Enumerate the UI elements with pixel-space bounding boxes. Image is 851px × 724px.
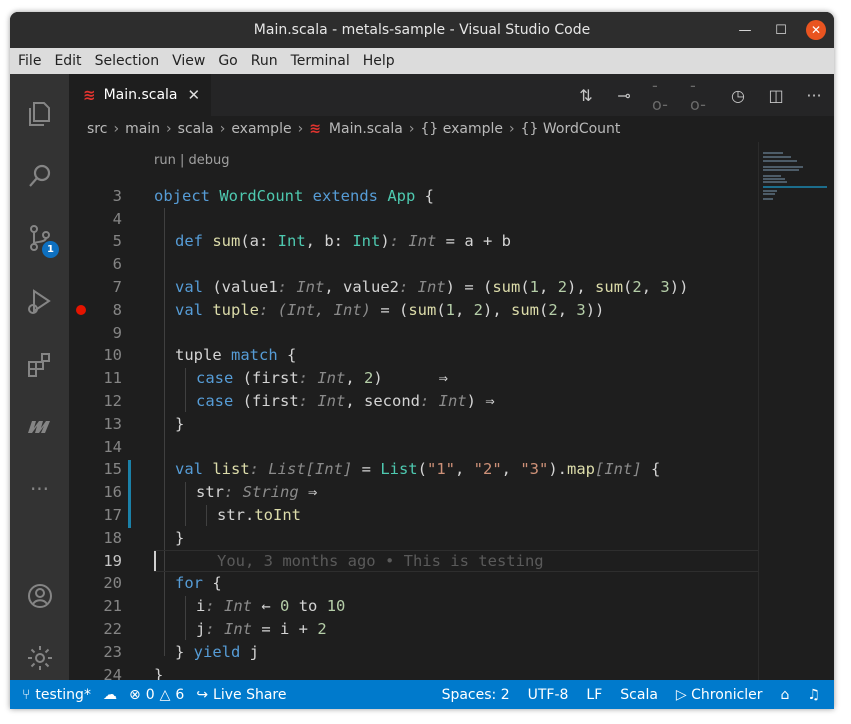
status-branch[interactable]: ⑂ testing*	[22, 687, 91, 703]
warning-icon: △	[159, 686, 171, 703]
tab-close-icon[interactable]: ✕	[188, 86, 201, 104]
chevron-right-icon: ›	[508, 121, 515, 137]
vscode-window: Main.scala - metals-sample - Visual Stud…	[10, 12, 834, 709]
code-line[interactable]: 19 You, 3 months ago • This is testing	[69, 550, 758, 572]
code-line[interactable]: 16 str: String ⇒	[69, 481, 758, 503]
live-share-icon: ↪	[196, 686, 209, 703]
breadcrumb-file[interactable]: Main.scala	[329, 121, 403, 137]
breadcrumb: src › main › scala › example › ≋ Main.scala ›…	[69, 116, 834, 142]
activity-bar: 1 ···	[10, 74, 69, 680]
window-title: Main.scala - metals-sample - Visual Stud…	[253, 22, 591, 38]
code-line[interactable]: 5 def sum(a: Int, b: Int): Int = a + b	[69, 230, 758, 252]
breadcrumb-scala[interactable]: scala	[178, 121, 214, 137]
codelens-run-debug[interactable]: run | debug	[154, 153, 229, 168]
code-line[interactable]: 13}	[69, 413, 758, 435]
compare-changes-icon[interactable]: ⇅	[576, 86, 596, 105]
scala-file-icon: ≋	[83, 86, 96, 104]
maximize-icon[interactable]: ☐	[770, 19, 792, 41]
play-icon: ▷	[675, 686, 687, 703]
menu-file[interactable]: File	[18, 53, 41, 69]
status-problems[interactable]: ⊗ 0 △ 6	[129, 687, 184, 703]
code-line[interactable]: 9	[69, 322, 758, 344]
git-commit-icon[interactable]: ⊸	[614, 86, 634, 105]
breadcrumb-src[interactable]: src	[87, 121, 107, 137]
scm-badge: 1	[42, 241, 59, 258]
title-bar: Main.scala - metals-sample - Visual Stud…	[10, 12, 834, 48]
chevron-right-icon: ›	[408, 121, 415, 137]
menu-terminal[interactable]: Terminal	[291, 53, 350, 69]
window-controls: — ☐ ✕	[734, 12, 826, 48]
code-line[interactable]: 17 str.toInt	[69, 504, 758, 526]
code-line[interactable]: 12 case (first: Int, second: Int) ⇒	[69, 390, 758, 412]
chevron-right-icon: ›	[219, 121, 226, 137]
breadcrumb-package[interactable]: {} example	[420, 121, 503, 137]
code-line[interactable]: 10 tuple match {	[69, 344, 758, 366]
git-branch-icon: ⑂	[22, 686, 31, 703]
previous-commit-icon[interactable]: -o-	[652, 76, 672, 114]
code-line[interactable]: 22 j: Int = i + 2	[69, 618, 758, 640]
status-bar: ⑂ testing* ☁ ⊗ 0 △ 6 ↪ Live Share Spaces: 2 U…	[10, 680, 834, 709]
explorer-icon[interactable]	[10, 89, 69, 139]
menu-view[interactable]: View	[172, 53, 205, 69]
menu-go[interactable]: Go	[218, 53, 237, 69]
status-indentation[interactable]: Spaces: 2	[442, 687, 510, 703]
metals-icon[interactable]	[10, 401, 69, 451]
tab-main-scala[interactable]: ≋ Main.scala ✕	[69, 74, 211, 116]
sync-icon[interactable]: ☁	[103, 687, 117, 703]
source-control-icon[interactable]: 1	[10, 213, 69, 263]
next-commit-icon[interactable]: -o-	[690, 76, 710, 114]
minimap[interactable]	[758, 142, 834, 680]
chevron-right-icon: ›	[166, 121, 172, 137]
breadcrumb-example[interactable]: example	[231, 121, 291, 137]
breadcrumb-main[interactable]: main	[125, 121, 160, 137]
code-line[interactable]: 7 val (value1: Int, value2: Int) = (sum(1…	[69, 276, 758, 298]
code-line[interactable]: 4	[69, 208, 758, 230]
notifications-bell-icon[interactable]: ♫	[807, 687, 820, 703]
account-icon[interactable]	[10, 571, 69, 621]
extensions-icon[interactable]	[10, 340, 69, 390]
error-icon: ⊗	[128, 686, 141, 703]
search-icon[interactable]	[10, 151, 69, 201]
scala-file-icon: ≋	[309, 121, 321, 137]
code-line[interactable]: 15 val list: List[Int] = List("1", "2", "…	[69, 458, 758, 480]
code-editor[interactable]: run | debug 3 object WordCount extends Ap…	[69, 142, 758, 680]
close-window-icon[interactable]: ✕	[806, 20, 826, 40]
minimize-icon[interactable]: —	[734, 19, 756, 41]
code-line[interactable]: 8 val tuple: (Int, Int) = (sum(1, 2), sum…	[69, 299, 758, 321]
more-actions-icon[interactable]: ···	[804, 86, 824, 105]
code-line[interactable]: 21 i: Int ← 0 to 10	[69, 595, 758, 617]
feedback-icon[interactable]: ⌂	[781, 687, 790, 703]
status-chronicler[interactable]: ▷ Chronicler	[676, 687, 763, 703]
breadcrumb-object[interactable]: {} WordCount	[521, 121, 621, 137]
status-live-share[interactable]: ↪ Live Share	[196, 687, 286, 703]
manage-gear-icon[interactable]	[10, 633, 69, 683]
status-eol[interactable]: LF	[586, 687, 602, 703]
editor-actions: ⇅ ⊸ -o- -o- ◷ ◫ ···	[576, 74, 824, 116]
code-line[interactable]: 14	[69, 436, 758, 458]
code-line[interactable]: 18}	[69, 527, 758, 549]
menu-help[interactable]: Help	[363, 53, 395, 69]
tab-bar: ≋ Main.scala ✕ ⇅ ⊸ -o- -o- ◷ ◫ ···	[69, 74, 834, 116]
menu-edit[interactable]: Edit	[54, 53, 81, 69]
status-language[interactable]: Scala	[620, 687, 658, 703]
status-encoding[interactable]: UTF-8	[528, 687, 569, 703]
code-line[interactable]: 3 object WordCount extends App {	[69, 185, 758, 207]
code-line[interactable]: 24}	[69, 664, 758, 680]
code-line[interactable]: 6	[69, 253, 758, 275]
menu-selection[interactable]: Selection	[95, 53, 160, 69]
git-blame-annotation: You, 3 months ago • This is testing	[217, 552, 544, 570]
menu-bar: File Edit Selection View Go Run Terminal…	[10, 48, 834, 74]
code-line[interactable]: 11 case (first: Int, 2) ⇒	[69, 367, 758, 389]
code-line[interactable]: 20 for {	[69, 572, 758, 594]
menu-run[interactable]: Run	[251, 53, 278, 69]
chevron-right-icon: ›	[113, 121, 120, 137]
chevron-right-icon: ›	[297, 121, 304, 137]
split-editor-icon[interactable]: ◫	[766, 86, 786, 105]
code-line[interactable]: 23} yield j	[69, 641, 758, 663]
timeline-icon[interactable]: ◷	[728, 86, 748, 105]
more-icon[interactable]: ···	[10, 464, 69, 514]
tab-label: Main.scala	[103, 87, 178, 103]
run-debug-icon[interactable]	[10, 277, 69, 327]
